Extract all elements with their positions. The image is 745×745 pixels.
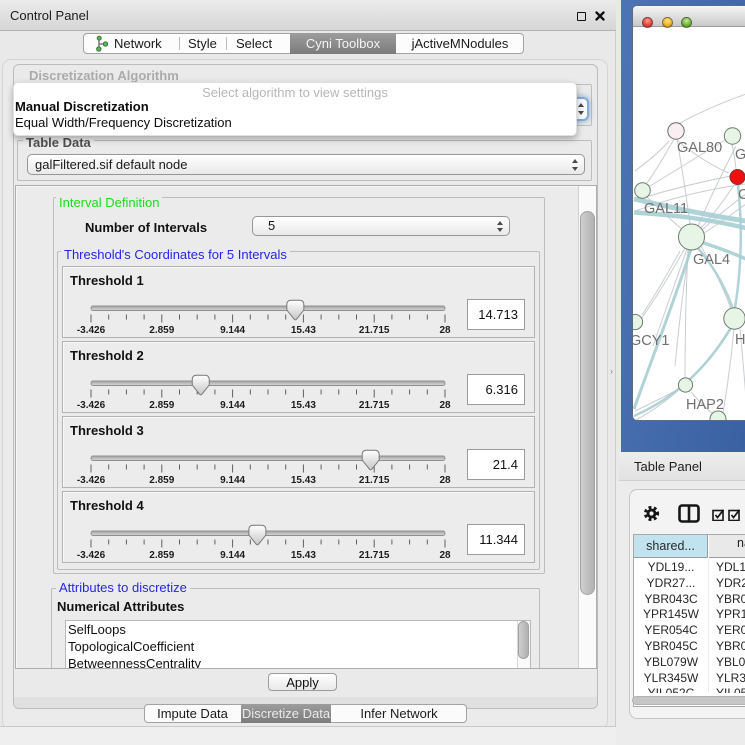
svg-text:28: 28	[439, 475, 451, 486]
svg-text:21.715: 21.715	[359, 325, 390, 336]
svg-text:HAP2: HAP2	[686, 397, 724, 413]
svg-text:GAL80: GAL80	[677, 140, 722, 156]
svg-text:GA: GA	[735, 147, 745, 163]
svg-text:28: 28	[439, 550, 451, 561]
svg-text:GAL4: GAL4	[693, 252, 730, 268]
svg-text:28: 28	[439, 325, 451, 336]
svg-text:9.144: 9.144	[220, 400, 245, 411]
svg-text:15.43: 15.43	[291, 325, 316, 336]
svg-text:21.715: 21.715	[359, 400, 390, 411]
svg-text:2.859: 2.859	[149, 550, 174, 561]
svg-text:9.144: 9.144	[220, 550, 245, 561]
svg-text:21.715: 21.715	[359, 475, 390, 486]
svg-text:28: 28	[439, 400, 451, 411]
svg-text:-3.426: -3.426	[77, 400, 106, 411]
svg-text:-3.426: -3.426	[77, 550, 106, 561]
svg-text:-3.426: -3.426	[77, 325, 106, 336]
svg-text:H: H	[735, 332, 745, 348]
svg-text:2.859: 2.859	[149, 400, 174, 411]
svg-text:15.43: 15.43	[291, 475, 316, 486]
svg-text:15.43: 15.43	[291, 550, 316, 561]
svg-text:9.144: 9.144	[220, 325, 245, 336]
svg-text:GAL11: GAL11	[644, 201, 688, 217]
svg-text:21.715: 21.715	[359, 550, 390, 561]
svg-text:9.144: 9.144	[220, 475, 245, 486]
svg-text:2.859: 2.859	[149, 475, 174, 486]
svg-text:GCY1: GCY1	[633, 333, 670, 349]
svg-text:15.43: 15.43	[291, 400, 316, 411]
svg-text:-3.426: -3.426	[77, 475, 106, 486]
svg-text:2.859: 2.859	[149, 325, 174, 336]
svg-text:C: C	[738, 187, 745, 203]
